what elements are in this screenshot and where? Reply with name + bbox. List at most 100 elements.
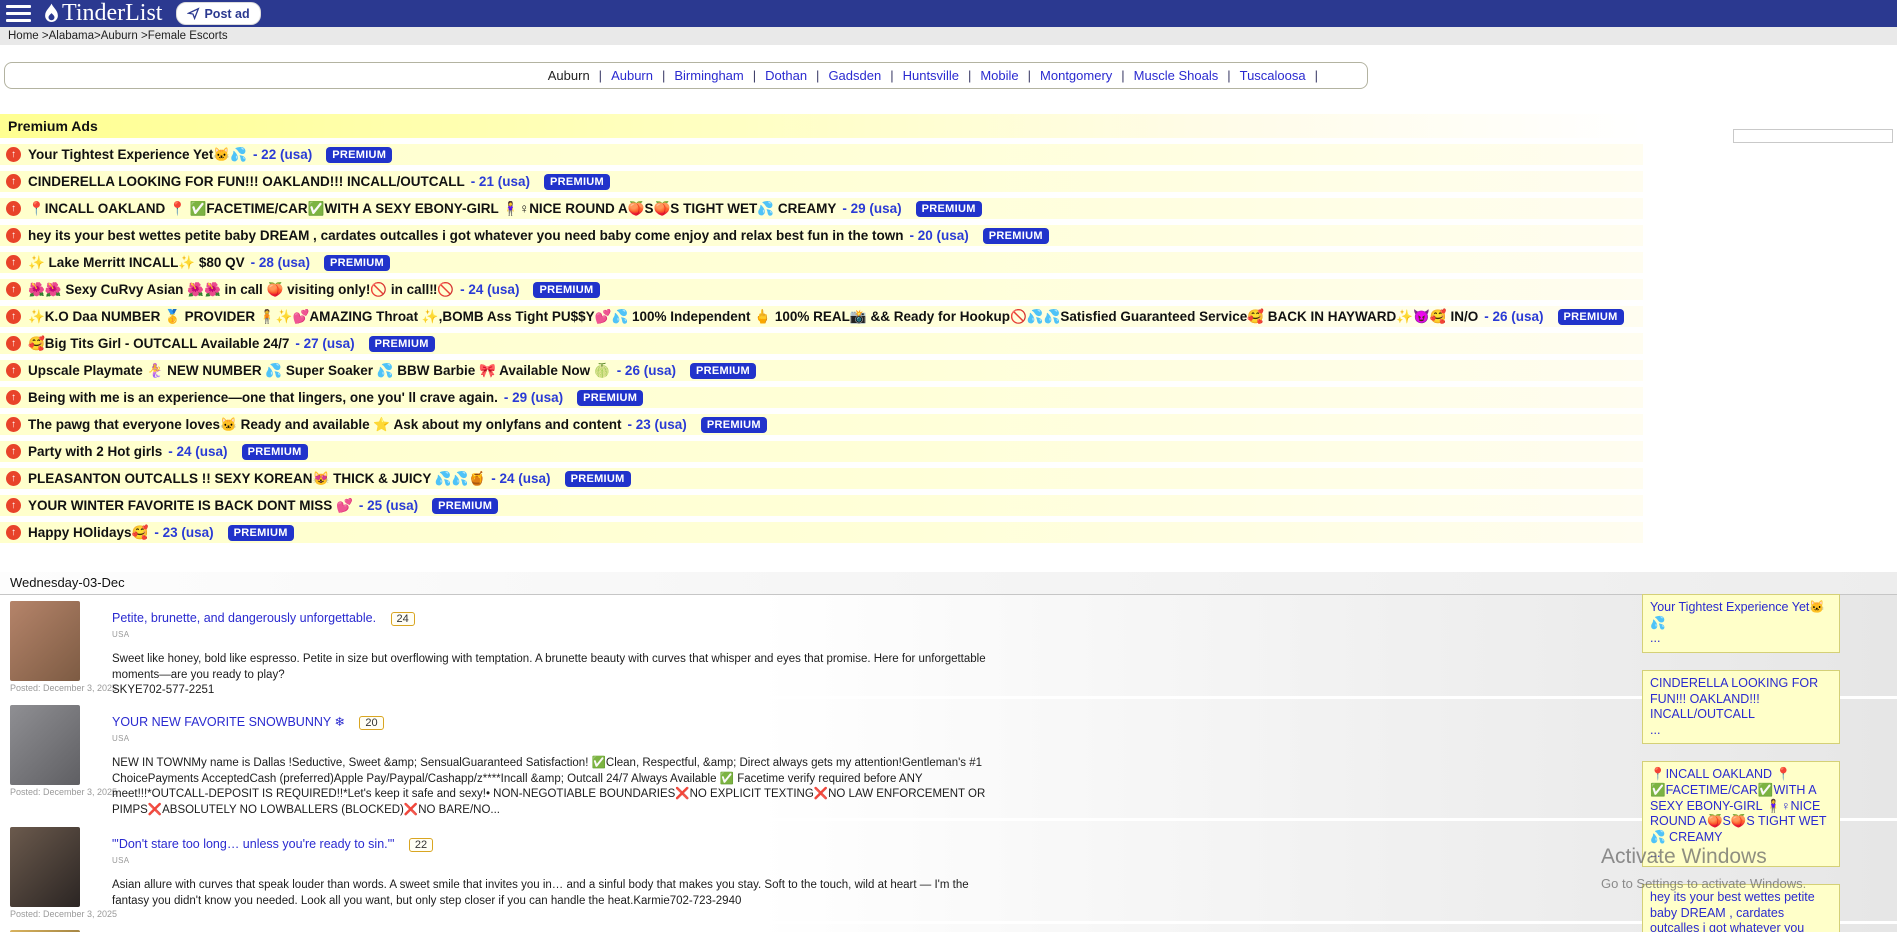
listing-thumb-column: Posted: December 3, 2025 (10, 705, 88, 818)
age-badge: 20 (359, 716, 383, 730)
listings-section: Wednesday-03-Dec Posted: December 3, 202… (0, 572, 1897, 932)
premium-badge: PREMIUM (577, 390, 643, 406)
sidebar-ad-link[interactable]: hey its your best wettes petite baby DRE… (1650, 890, 1831, 932)
city-link[interactable]: Huntsville (903, 68, 959, 83)
sidebar-ad-link[interactable]: Your Tightest Experience Yet🐱💦 (1650, 600, 1825, 630)
premium-title-link[interactable]: Being with me is an experience—one that … (28, 390, 498, 405)
flame-icon (43, 3, 60, 24)
sidebar-ad-box[interactable]: Your Tightest Experience Yet🐱💦 ... (1642, 594, 1840, 653)
sidebar-ad-box[interactable]: hey its your best wettes petite baby DRE… (1642, 884, 1840, 932)
listing-thumbnail[interactable] (10, 705, 80, 785)
arrow-up-icon: ↑ (6, 309, 21, 324)
premium-meta: - 29 (usa) (842, 201, 901, 216)
premium-title-link[interactable]: Your Tightest Experience Yet🐱💦 (28, 147, 247, 163)
listing-phone: SKYE702-577-2251 (112, 684, 992, 696)
premium-badge: PREMIUM (916, 201, 982, 217)
premium-title-link[interactable]: hey its your best wettes petite baby DRE… (28, 228, 903, 243)
city-separator: | (1315, 68, 1318, 83)
premium-meta: - 24 (usa) (491, 471, 550, 486)
arrow-up-icon: ↑ (6, 525, 21, 540)
city-link[interactable]: Mobile (980, 68, 1018, 83)
listing-title-link[interactable]: Petite, brunette, and dangerously unforg… (112, 611, 376, 625)
premium-title-link[interactable]: 🌺🌺 Sexy CuRvy Asian 🌺🌺 in call 🍑 visitin… (28, 282, 454, 298)
premium-title-link[interactable]: The pawg that everyone loves🐱 Ready and … (28, 417, 622, 433)
premium-title-link[interactable]: ✨ Lake Merritt INCALL✨ $80 QV (28, 255, 245, 271)
premium-ads-section: Premium Ads ↑ Your Tightest Experience Y… (0, 114, 1643, 543)
premium-badge: PREMIUM (690, 363, 756, 379)
arrow-up-icon: ↑ (6, 390, 21, 405)
breadcrumb-link[interactable]: Female Escorts (148, 30, 228, 42)
premium-row: ↑ Being with me is an experience—one tha… (0, 387, 1643, 408)
premium-meta: - 23 (usa) (628, 417, 687, 432)
send-icon (187, 7, 200, 20)
sidebar-ad-link[interactable]: CINDERELLA LOOKING FOR FUN!!! OAKLAND!!!… (1650, 676, 1818, 721)
premium-row: ↑ 🌺🌺 Sexy CuRvy Asian 🌺🌺 in call 🍑 visit… (0, 279, 1643, 300)
premium-badge: PREMIUM (544, 174, 610, 190)
city-link[interactable]: Auburn (611, 68, 653, 83)
city-separator: | (753, 68, 756, 83)
premium-badge: PREMIUM (228, 525, 294, 541)
premium-row: ↑ YOUR WINTER FAVORITE IS BACK DONT MISS… (0, 495, 1643, 516)
premium-meta: - 28 (usa) (251, 255, 310, 270)
premium-badge: PREMIUM (1558, 309, 1624, 325)
arrow-up-icon: ↑ (6, 498, 21, 513)
arrow-up-icon: ↑ (6, 201, 21, 216)
menu-icon[interactable] (6, 3, 31, 24)
age-badge: 24 (391, 612, 415, 626)
premium-badge: PREMIUM (326, 147, 392, 163)
premium-row: ↑ The pawg that everyone loves🐱 Ready an… (0, 414, 1643, 435)
premium-badge: PREMIUM (701, 417, 767, 433)
listing-body: "'Don't stare too long… unless you're re… (112, 827, 992, 921)
listing-thumbnail[interactable] (10, 827, 80, 907)
listing-posted: Posted: December 3, 2025 (10, 787, 88, 797)
listing-thumbnail[interactable] (10, 601, 80, 681)
listing-title-link[interactable]: YOUR NEW FAVORITE SNOWBUNNY ❄ (112, 715, 345, 729)
top-bar: TinderList Post ad (0, 0, 1897, 27)
premium-badge: PREMIUM (983, 228, 1049, 244)
sidebar-ad-ellipsis: ... (1650, 631, 1832, 647)
city-link[interactable]: Tuscaloosa (1240, 68, 1306, 83)
city-link[interactable]: Birmingham (674, 68, 743, 83)
premium-title-link[interactable]: Happy HOlidays🥰 (28, 525, 148, 541)
premium-meta: - 20 (usa) (909, 228, 968, 243)
premium-row: ↑ Your Tightest Experience Yet🐱💦 - 22 (u… (0, 144, 1643, 165)
listing-row: Posted: December 3, 2025 "'Don't stare t… (0, 821, 1897, 921)
premium-title-link[interactable]: YOUR WINTER FAVORITE IS BACK DONT MISS 💕 (28, 498, 353, 514)
site-logo-text: TinderList (62, 0, 162, 27)
sidebar-ad-ellipsis: ... (1650, 723, 1832, 739)
listing-description: Asian allure with curves that speak loud… (112, 878, 992, 909)
breadcrumb-link[interactable]: Home > (8, 30, 49, 42)
premium-row: ↑ Party with 2 Hot girls - 24 (usa) PREM… (0, 441, 1643, 462)
listing-country: USA (112, 856, 992, 865)
listing-row: Posted: December 3, 2025 YOUR NEW FAVORI… (0, 699, 1897, 818)
city-link[interactable]: Gadsden (828, 68, 881, 83)
breadcrumb-link[interactable]: Auburn > (101, 30, 148, 42)
listing-posted: Posted: December 3, 2025 (10, 683, 88, 693)
premium-title-link[interactable]: PLEASANTON OUTCALLS !! SEXY KOREAN😻 THIC… (28, 471, 485, 487)
city-link[interactable]: Dothan (765, 68, 807, 83)
city-nav: Auburn|Auburn|Birmingham|Dothan|Gadsden|… (4, 62, 1368, 89)
premium-title-link[interactable]: ✨K.O Daa NUMBER 🥇 PROVIDER 🧍✨💕AMAZING Th… (28, 309, 1478, 325)
listing-body: YOUR NEW FAVORITE SNOWBUNNY ❄ 20 USA NEW… (112, 705, 992, 818)
premium-title-link[interactable]: Upscale Playmate 🧜‍♀️ NEW NUMBER 💦 Super… (28, 363, 611, 379)
post-ad-button[interactable]: Post ad (176, 2, 260, 25)
sidebar-ad-link[interactable]: 📍INCALL OAKLAND 📍 ✅FACETIME/CAR✅WITH A S… (1650, 767, 1827, 844)
listing-title-link[interactable]: "'Don't stare too long… unless you're re… (112, 837, 394, 851)
premium-title-link[interactable]: Party with 2 Hot girls (28, 444, 162, 459)
city-separator: | (1227, 68, 1230, 83)
city-link[interactable]: Montgomery (1040, 68, 1112, 83)
city-separator: | (1121, 68, 1124, 83)
site-logo[interactable]: TinderList (43, 0, 162, 27)
sidebar-ad-box[interactable]: 📍INCALL OAKLAND 📍 ✅FACETIME/CAR✅WITH A S… (1642, 761, 1840, 867)
sidebar-ad-box[interactable]: CINDERELLA LOOKING FOR FUN!!! OAKLAND!!!… (1642, 670, 1840, 745)
premium-title-link[interactable]: CINDERELLA LOOKING FOR FUN!!! OAKLAND!!!… (28, 174, 465, 189)
premium-title-link[interactable]: 📍INCALL OAKLAND 📍 ✅FACETIME/CAR✅WITH A S… (28, 201, 836, 217)
arrow-up-icon: ↑ (6, 147, 21, 162)
premium-title-link[interactable]: 🥰Big Tits Girl - OUTCALL Available 24/7 (28, 336, 289, 352)
arrow-up-icon: ↑ (6, 174, 21, 189)
city-link[interactable]: Muscle Shoals (1134, 68, 1219, 83)
breadcrumb-link[interactable]: Alabama> (49, 30, 101, 42)
city-separator: | (599, 68, 602, 83)
listing-body: Petite, brunette, and dangerously unforg… (112, 601, 992, 696)
arrow-up-icon: ↑ (6, 363, 21, 378)
